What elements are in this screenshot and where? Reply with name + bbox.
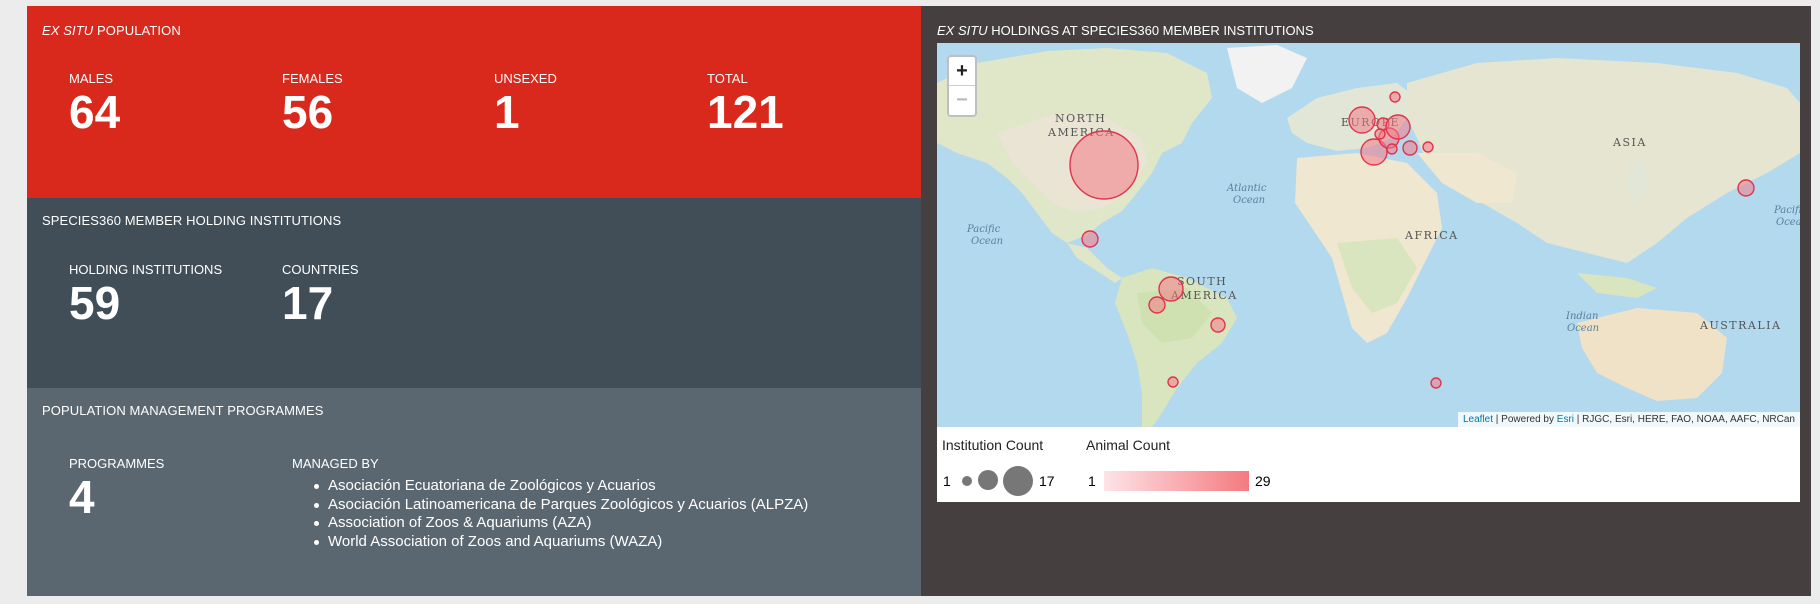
institution-bubble-czechia[interactable] xyxy=(1402,140,1418,156)
institution-bubble-ecuador[interactable] xyxy=(1148,296,1166,314)
managed-by-item: Asociación Latinoamericana de Parques Zo… xyxy=(292,496,808,515)
males-value: 64 xyxy=(69,86,121,138)
large-circle-icon xyxy=(1003,466,1033,496)
pacific-right-label-2: Ocea xyxy=(1776,217,1800,228)
indian-label-2: Ocean xyxy=(1567,323,1599,334)
managed-by-item: Association of Zoos & Aquariums (AZA) xyxy=(292,514,808,533)
males-stat: MALES 64 xyxy=(69,71,120,136)
institutions-title: SPECIES360 MEMBER HOLDING INSTITUTIONS xyxy=(42,213,342,228)
countries-label: COUNTRIES xyxy=(282,262,359,277)
institution-bubble-brazil[interactable] xyxy=(1210,317,1226,333)
institutions-section: SPECIES360 MEMBER HOLDING INSTITUTIONS H… xyxy=(27,198,921,388)
institution-bubble-denmark[interactable] xyxy=(1389,91,1401,103)
map-title: EX SITU HOLDINGS AT SPECIES360 MEMBER IN… xyxy=(937,23,1314,38)
map-panel: EX SITU HOLDINGS AT SPECIES360 MEMBER IN… xyxy=(921,6,1811,596)
world-map[interactable]: NORTH AMERICA SOUTH AMERICA EUROPE ASIA … xyxy=(937,43,1800,427)
institution-bubble-chile[interactable] xyxy=(1167,376,1179,388)
institution-bubble-uk[interactable] xyxy=(1348,106,1376,134)
institution-count-min: 1 xyxy=(943,473,951,489)
world-map-graphic: NORTH AMERICA SOUTH AMERICA EUROPE ASIA … xyxy=(937,43,1800,427)
map-container: NORTH AMERICA SOUTH AMERICA EUROPE ASIA … xyxy=(937,43,1800,433)
left-panel: EX SITU POPULATION MALES 64 FEMALES 56 U… xyxy=(27,6,921,596)
institution-bubble-japan[interactable] xyxy=(1737,179,1755,197)
programmes-value: 4 xyxy=(69,471,95,523)
males-label: MALES xyxy=(69,71,114,86)
managed-by-item: World Association of Zoos and Aquariums … xyxy=(292,533,808,552)
total-label: TOTAL xyxy=(707,71,748,86)
africa-label: AFRICA xyxy=(1404,229,1459,242)
institution-bubble-poland[interactable] xyxy=(1422,141,1434,153)
managed-by-label: MANAGED BY xyxy=(292,456,379,471)
institution-bubble-germany[interactable] xyxy=(1385,114,1411,140)
population-section: EX SITU POPULATION MALES 64 FEMALES 56 U… xyxy=(27,6,921,198)
programmes-stat: PROGRAMMES 4 xyxy=(69,456,164,521)
institution-count-max: 17 xyxy=(1039,473,1055,489)
managed-by-item: Asociación Ecuatoriana de Zoológicos y A… xyxy=(292,477,808,496)
total-value: 121 xyxy=(707,86,784,138)
countries-stat: COUNTRIES 17 xyxy=(282,262,359,327)
asia-label: ASIA xyxy=(1612,136,1647,149)
zoom-out-button[interactable]: − xyxy=(949,86,975,115)
map-legend: Institution Count Animal Count 1 17 1 29 xyxy=(937,427,1800,502)
institution-bubble-mexico[interactable] xyxy=(1081,230,1099,248)
north-america-label-1: NORTH xyxy=(1055,112,1106,125)
medium-circle-icon xyxy=(978,470,998,490)
institution-bubble-south-africa[interactable] xyxy=(1430,377,1442,389)
females-label: FEMALES xyxy=(282,71,343,86)
managed-by-list: Asociación Ecuatoriana de Zoológicos y A… xyxy=(292,477,808,551)
institution-bubble-usa[interactable] xyxy=(1069,130,1139,200)
holding-institutions-stat: HOLDING INSTITUTIONS 59 xyxy=(69,262,222,327)
unsexed-stat: UNSEXED 1 xyxy=(494,71,557,136)
atlantic-label-2: Ocean xyxy=(1233,195,1265,206)
pacific-label-2: Ocean xyxy=(971,236,1003,247)
programmes-label: PROGRAMMES xyxy=(69,456,165,471)
zoom-control: + − xyxy=(947,55,977,117)
south-america-label-1: SOUTH xyxy=(1177,275,1227,288)
managed-by: MANAGED BY Asociación Ecuatoriana de Zoo… xyxy=(292,456,808,551)
animal-count-gradient xyxy=(1104,471,1249,491)
indian-label-1: Indian xyxy=(1565,311,1598,322)
institution-bubble-switzerland[interactable] xyxy=(1386,143,1398,155)
programmes-section: POPULATION MANAGEMENT PROGRAMMES PROGRAM… xyxy=(27,388,921,596)
animal-count-title: Animal Count xyxy=(1086,437,1171,453)
atlantic-label-1: Atlantic xyxy=(1226,183,1267,194)
unsexed-label: UNSEXED xyxy=(494,71,557,86)
institution-bubble-belgium[interactable] xyxy=(1374,128,1386,140)
holding-institutions-label: HOLDING INSTITUTIONS xyxy=(69,262,223,277)
map-attribution: Leaflet | Powered by Esri | RJGC, Esri, … xyxy=(1458,412,1800,427)
zoom-in-button[interactable]: + xyxy=(949,57,975,86)
pacific-label-1: Pacific xyxy=(966,224,1001,235)
animal-count-min: 1 xyxy=(1088,473,1096,489)
institution-bubble-colombia[interactable] xyxy=(1158,276,1184,302)
unsexed-value: 1 xyxy=(494,86,520,138)
countries-value: 17 xyxy=(282,277,334,329)
small-circle-icon xyxy=(962,476,972,486)
females-stat: FEMALES 56 xyxy=(282,71,343,136)
population-title: EX SITU POPULATION xyxy=(42,23,181,38)
pacific-right-label-1: Pacifi xyxy=(1773,205,1800,216)
esri-link[interactable]: Esri xyxy=(1557,414,1574,425)
total-stat: TOTAL 121 xyxy=(707,71,784,136)
programmes-title: POPULATION MANAGEMENT PROGRAMMES xyxy=(42,403,324,418)
animal-count-max: 29 xyxy=(1255,473,1271,489)
females-value: 56 xyxy=(282,86,334,138)
institution-count-title: Institution Count xyxy=(942,437,1044,453)
leaflet-link[interactable]: Leaflet xyxy=(1463,414,1493,425)
holding-institutions-value: 59 xyxy=(69,277,121,329)
australia-label: AUSTRALIA xyxy=(1699,319,1781,332)
